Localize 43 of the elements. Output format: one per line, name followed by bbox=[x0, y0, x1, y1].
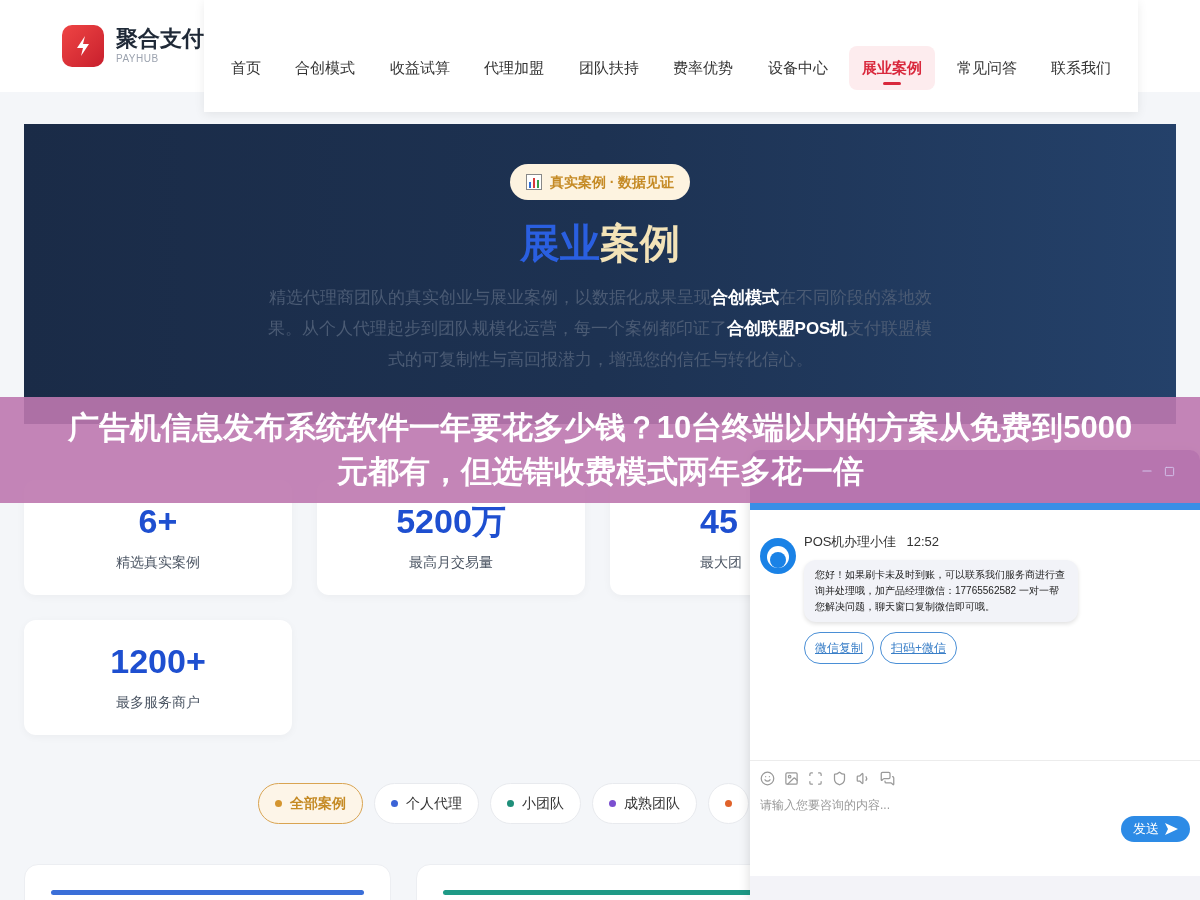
nav-item[interactable]: 联系我们 bbox=[1037, 46, 1124, 90]
filter-chip[interactable] bbox=[708, 783, 749, 824]
stat-value: 5200万 bbox=[396, 504, 506, 538]
send-button[interactable]: 发送 bbox=[1121, 816, 1190, 842]
stat-label: 最大团 bbox=[700, 553, 742, 572]
stat-value: 45 bbox=[700, 504, 738, 538]
filter-chip[interactable]: 小团队 bbox=[490, 783, 581, 824]
send-icon bbox=[1165, 823, 1178, 835]
filter-chip[interactable]: 成熟团队 bbox=[592, 783, 697, 824]
nav-item[interactable]: 首页 bbox=[218, 46, 274, 90]
avatar-icon bbox=[760, 538, 796, 574]
badge-text: 真实案例 · 数据见证 bbox=[549, 172, 675, 192]
image-icon[interactable] bbox=[784, 771, 799, 786]
brand-name: 聚合支付 bbox=[116, 28, 204, 50]
brand-subtitle: PAYHUB bbox=[116, 54, 160, 64]
stat-value: 1200+ bbox=[110, 644, 206, 678]
screenshot-icon[interactable] bbox=[808, 771, 823, 786]
hero-title: 展业案例 bbox=[520, 220, 680, 267]
message-input[interactable]: 请输入您要咨询的内容... bbox=[760, 796, 1190, 814]
stat-label: 最多服务商户 bbox=[116, 693, 200, 712]
nav-item[interactable]: 设备中心 bbox=[754, 46, 841, 90]
nav-item[interactable]: 代理加盟 bbox=[471, 46, 558, 90]
shield-icon[interactable] bbox=[832, 771, 847, 786]
agent-name: POS机办理小佳 bbox=[804, 533, 897, 551]
logo-icon bbox=[62, 25, 104, 67]
headline-text: 广告机信息发布系统软件一年要花多少钱？10台终端以内的方案从免费到5000元都有，但选错收费模式两年多花一倍 bbox=[66, 409, 1134, 491]
active-underline bbox=[883, 82, 902, 85]
maximize-icon[interactable] bbox=[1164, 465, 1175, 477]
filter-chip[interactable]: 个人代理 bbox=[374, 783, 479, 824]
chat-bubbles-icon[interactable] bbox=[880, 771, 895, 786]
emoji-icon[interactable] bbox=[760, 771, 775, 786]
bar-chart-icon bbox=[525, 174, 542, 190]
stat-label: 精选真实案例 bbox=[116, 553, 200, 572]
nav-item[interactable]: 团队扶持 bbox=[565, 46, 652, 90]
stat-value: 6+ bbox=[138, 504, 178, 538]
nav-item[interactable]: 费率优势 bbox=[660, 46, 747, 90]
nav-item[interactable]: 常见问答 bbox=[943, 46, 1030, 90]
message-bubble: 您好！如果刷卡未及时到账，可以联系我们服务商进行查询并处理哦，加产品经理微信：17765562582 一对一帮您解决问题，聊天窗口复制微信即可哦。 bbox=[804, 559, 1078, 622]
nav-item[interactable]: 合创模式 bbox=[282, 46, 369, 90]
stat-label: 最高月交易量 bbox=[409, 553, 493, 572]
nav-item[interactable]: 收益试算 bbox=[376, 46, 463, 90]
nav-item[interactable]: 展业案例 bbox=[849, 46, 936, 90]
message-time: 12:52 bbox=[906, 533, 939, 551]
